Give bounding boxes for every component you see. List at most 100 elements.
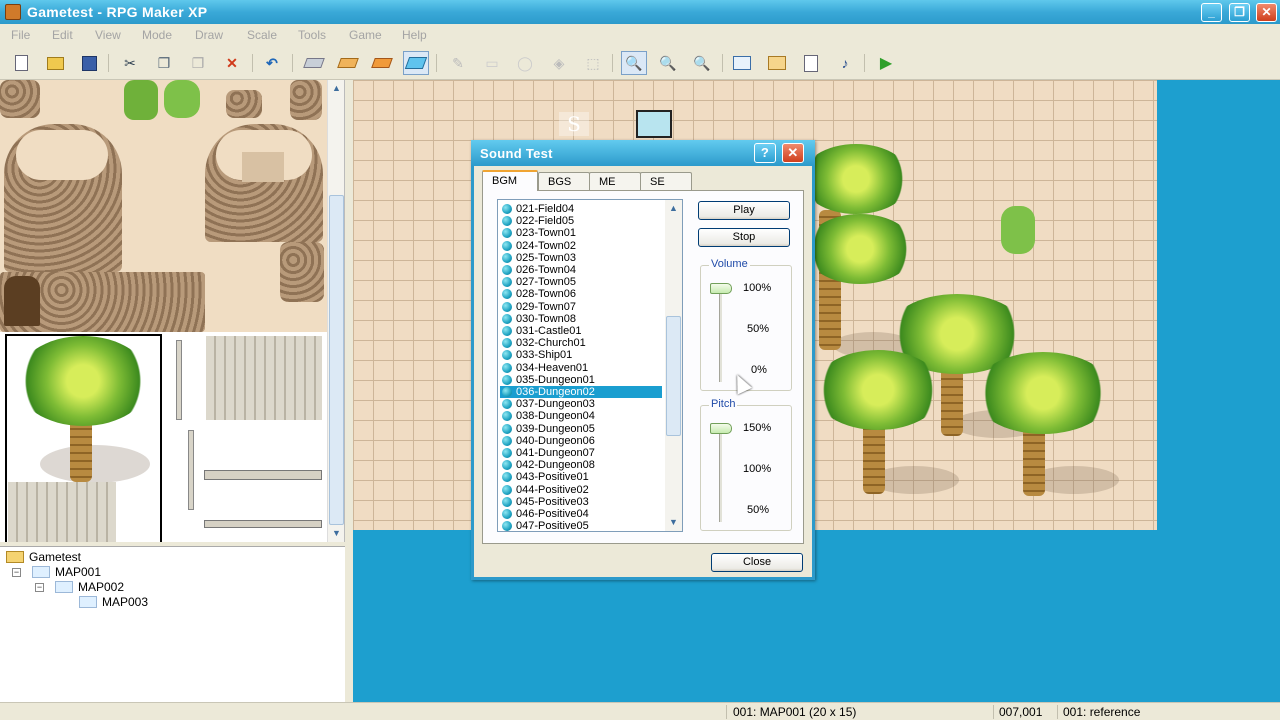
track-list-scrollbar[interactable]: ▲ ▼ (665, 200, 682, 531)
tree-item-map002[interactable]: MAP002 (55, 579, 124, 594)
scroll-down-arrow-icon[interactable]: ▼ (328, 525, 344, 542)
close-window-button[interactable]: ✕ (1256, 3, 1277, 22)
menu-draw[interactable]: Draw (195, 28, 223, 42)
menu-view[interactable]: View (95, 28, 121, 42)
track-item[interactable]: 021-Field04 (500, 203, 662, 215)
script-editor-icon[interactable] (801, 53, 821, 73)
menu-edit[interactable]: Edit (52, 28, 73, 42)
tileset-palette[interactable]: ▲ ▼ (0, 80, 345, 542)
scroll-down-arrow-icon[interactable]: ▼ (665, 514, 682, 531)
materialbase-icon[interactable] (767, 53, 787, 73)
track-item[interactable]: 040-Dungeon06 (500, 435, 662, 447)
track-item[interactable]: 026-Town04 (500, 264, 662, 276)
zoom-2-icon[interactable]: 🔍 (658, 53, 678, 73)
maximize-button[interactable]: ❐ (1229, 3, 1250, 22)
track-item[interactable]: 033-Ship01 (500, 349, 662, 361)
track-item[interactable]: 043-Positive01 (500, 471, 662, 483)
track-item[interactable]: 024-Town02 (500, 240, 662, 252)
scrollbar-thumb[interactable] (329, 195, 344, 525)
tab-bgs[interactable]: BGS (538, 172, 590, 190)
ellipse-icon[interactable]: ◯ (515, 53, 535, 73)
track-item[interactable]: 032-Church01 (500, 337, 662, 349)
track-item[interactable]: 027-Town05 (500, 276, 662, 288)
close-button[interactable]: Close (711, 553, 803, 572)
sound-test-icon[interactable]: ♪ (835, 53, 855, 73)
copy-icon[interactable]: ❐ (154, 53, 174, 73)
pitch-slider-thumb[interactable] (710, 423, 732, 434)
track-item[interactable]: 029-Town07 (500, 301, 662, 313)
tree-item-map003[interactable]: MAP003 (79, 594, 148, 609)
track-label: 046-Positive04 (516, 508, 589, 520)
collapse-icon[interactable]: − (35, 583, 44, 592)
events-layer-icon[interactable] (403, 51, 429, 75)
track-list[interactable]: 021-Field04 022-Field05 023-Town01 024-Town… (497, 199, 683, 532)
scroll-up-arrow-icon[interactable]: ▲ (328, 80, 344, 97)
track-item[interactable]: 042-Dungeon08 (500, 459, 662, 471)
rectangle-icon[interactable]: ▭ (482, 53, 502, 73)
track-item[interactable]: 044-Positive02 (500, 484, 662, 496)
track-item[interactable]: 030-Town08 (500, 313, 662, 325)
pencil-icon[interactable]: ✎ (448, 53, 468, 73)
zoom-4-icon[interactable]: 🔍 (692, 53, 712, 73)
menu-scale[interactable]: Scale (247, 28, 277, 42)
track-item[interactable]: 046-Positive04 (500, 508, 662, 520)
track-item[interactable]: 025-Town03 (500, 252, 662, 264)
track-item[interactable]: 035-Dungeon01 (500, 374, 662, 386)
playtest-icon[interactable]: ▶ (876, 53, 896, 73)
tab-se[interactable]: SE (640, 172, 692, 190)
volume-slider-track[interactable] (719, 286, 722, 382)
rock-tile (0, 80, 40, 118)
menu-game[interactable]: Game (349, 28, 382, 42)
track-label: 044-Positive02 (516, 483, 589, 496)
help-button[interactable]: ? (754, 143, 776, 163)
tab-me[interactable]: ME (589, 172, 641, 190)
tab-bgm[interactable]: BGM (482, 170, 538, 191)
layer2-icon[interactable] (337, 53, 359, 73)
menu-tools[interactable]: Tools (298, 28, 326, 42)
select-icon[interactable]: ⬚ (583, 53, 603, 73)
track-item[interactable]: 028-Town06 (500, 288, 662, 300)
tree-item-map001[interactable]: MAP001 (32, 564, 101, 579)
cut-icon[interactable]: ✂ (120, 53, 140, 73)
delete-icon[interactable]: ✕ (222, 53, 242, 73)
save-icon[interactable] (79, 53, 99, 73)
play-button[interactable]: Play (698, 201, 790, 220)
layer1-icon[interactable] (303, 53, 325, 73)
track-item[interactable]: 036-Dungeon02 (500, 386, 662, 398)
track-item[interactable]: 034-Heaven01 (500, 362, 662, 374)
track-item[interactable]: 047-Positive05 (500, 520, 662, 531)
menu-mode[interactable]: Mode (142, 28, 172, 42)
track-item[interactable]: 022-Field05 (500, 215, 662, 227)
pitch-slider-track[interactable] (719, 426, 722, 522)
new-project-icon[interactable] (11, 53, 31, 73)
track-item[interactable]: 041-Dungeon07 (500, 447, 662, 459)
database-icon[interactable] (732, 53, 752, 73)
volume-group: Volume 100% 50% 0% (700, 258, 792, 391)
event-reference[interactable] (636, 110, 672, 138)
track-item[interactable]: 045-Positive03 (500, 496, 662, 508)
collapse-icon[interactable]: − (12, 568, 21, 577)
undo-icon[interactable]: ↶ (262, 53, 282, 73)
layer3-icon[interactable] (371, 53, 393, 73)
tileset-scrollbar[interactable]: ▲ ▼ (327, 80, 344, 542)
scrollbar-thumb[interactable] (666, 316, 681, 436)
track-item[interactable]: 038-Dungeon04 (500, 410, 662, 422)
minimize-button[interactable]: _ (1201, 3, 1222, 22)
volume-slider-thumb[interactable] (710, 283, 732, 294)
fill-icon[interactable]: ◈ (549, 53, 569, 73)
menu-help[interactable]: Help (402, 28, 427, 42)
stop-button[interactable]: Stop (698, 228, 790, 247)
open-project-icon[interactable] (45, 53, 65, 73)
dialog-close-icon[interactable]: ✕ (782, 143, 804, 163)
tree-root[interactable]: Gametest (6, 549, 81, 564)
track-item[interactable]: 031-Castle01 (500, 325, 662, 337)
paste-icon[interactable]: ❐ (188, 53, 208, 73)
track-item[interactable]: 023-Town01 (500, 227, 662, 239)
zoom-1-icon[interactable]: 🔍 (621, 51, 647, 75)
scroll-up-arrow-icon[interactable]: ▲ (665, 200, 682, 217)
status-coords: 007,001 (999, 705, 1043, 719)
track-item[interactable]: 039-Dungeon05 (500, 423, 662, 435)
track-item[interactable]: 037-Dungeon03 (500, 398, 662, 410)
menu-file[interactable]: File (11, 28, 30, 42)
player-start-marker[interactable]: S (559, 112, 589, 136)
